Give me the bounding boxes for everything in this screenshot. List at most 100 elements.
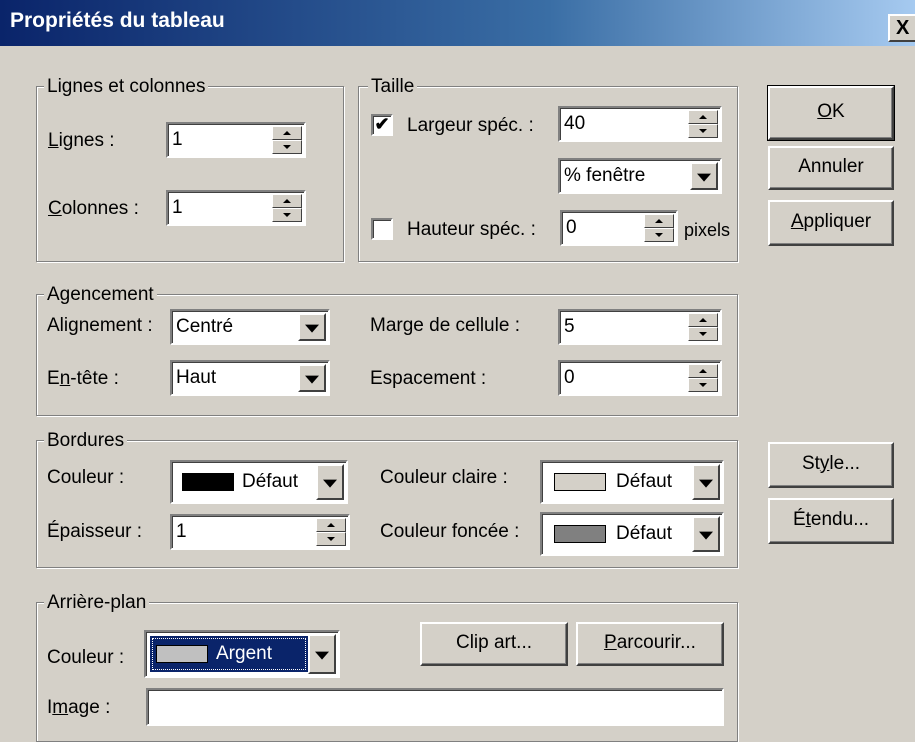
width-unit-dropdown[interactable]: % fenêtre <box>558 158 722 194</box>
height-checkbox[interactable] <box>371 218 393 240</box>
height-label: Hauteur spéc. : <box>407 219 536 240</box>
width-checkbox[interactable]: ✔ <box>371 114 393 136</box>
padding-up-button[interactable] <box>688 313 718 327</box>
size-legend: Taille <box>368 76 418 98</box>
padding-down-button[interactable] <box>688 327 718 341</box>
up-arrow-icon <box>655 219 663 223</box>
background-legend: Arrière-plan <box>44 592 150 614</box>
up-arrow-icon <box>283 131 291 135</box>
cell-padding-value: 5 <box>564 316 575 337</box>
down-arrow-icon <box>699 383 707 387</box>
columns-label: Colonnes : <box>48 198 139 219</box>
width-value: 40 <box>564 113 586 134</box>
border-color-swatch <box>182 473 234 491</box>
ok-button[interactable]: OK <box>767 85 895 141</box>
style-button[interactable]: Style... <box>768 442 894 488</box>
thickness-label: Épaisseur : <box>47 521 143 542</box>
light-color-dropdown[interactable]: Défaut <box>540 460 724 504</box>
chevron-down-icon <box>699 479 713 488</box>
down-arrow-icon <box>699 332 707 336</box>
spacing-label: Espacement : <box>370 368 487 389</box>
height-down-button[interactable] <box>644 228 674 242</box>
down-arrow-icon <box>283 145 291 149</box>
background-color-dropdown-button[interactable] <box>308 634 336 674</box>
height-unit-label: pixels <box>684 220 731 240</box>
spacing-spinner[interactable]: 0 <box>558 360 722 396</box>
columns-spinner[interactable]: 1 <box>166 190 306 226</box>
height-up-button[interactable] <box>644 214 674 228</box>
down-arrow-icon <box>327 537 335 541</box>
header-dropdown[interactable]: Haut <box>170 360 330 396</box>
rows-up-button[interactable] <box>272 126 302 140</box>
width-unit-dropdown-button[interactable] <box>690 162 718 190</box>
dark-color-label: Couleur foncée : <box>380 521 520 542</box>
dark-color-swatch <box>554 525 606 543</box>
border-color-label: Couleur : <box>47 467 125 488</box>
background-color-swatch <box>156 645 208 663</box>
apply-button[interactable]: Appliquer <box>768 200 894 246</box>
close-icon: X <box>896 17 910 39</box>
light-color-swatch <box>554 473 606 491</box>
chevron-down-icon <box>305 324 319 333</box>
image-input[interactable] <box>146 688 724 726</box>
thickness-value: 1 <box>176 521 187 542</box>
rows-spinner[interactable]: 1 <box>166 122 306 158</box>
thickness-down-button[interactable] <box>316 532 346 546</box>
up-arrow-icon <box>283 199 291 203</box>
chevron-down-icon <box>699 531 713 540</box>
up-arrow-icon <box>699 369 707 373</box>
background-color-value: Argent <box>216 643 272 664</box>
window-title: Propriétés du tableau <box>10 9 225 32</box>
cell-padding-label: Marge de cellule : <box>370 315 520 336</box>
header-dropdown-button[interactable] <box>298 364 326 392</box>
spacing-up-button[interactable] <box>688 364 718 378</box>
width-spinner[interactable]: 40 <box>558 106 722 142</box>
header-value: Haut <box>176 367 217 388</box>
rows-value: 1 <box>172 129 183 150</box>
chevron-down-icon <box>305 375 319 384</box>
alignment-dropdown-button[interactable] <box>298 313 326 341</box>
thickness-up-button[interactable] <box>316 518 346 532</box>
border-color-dropdown-button[interactable] <box>316 464 344 500</box>
rows-label: Lignes : <box>48 130 115 151</box>
borders-legend: Bordures <box>44 430 128 452</box>
spacing-down-button[interactable] <box>688 378 718 392</box>
chevron-down-icon <box>323 479 337 488</box>
up-arrow-icon <box>699 115 707 119</box>
browse-button[interactable]: Parcourir... <box>576 622 724 666</box>
dark-color-dropdown-button[interactable] <box>692 516 720 552</box>
columns-up-button[interactable] <box>272 194 302 208</box>
alignment-dropdown[interactable]: Centré <box>170 309 330 345</box>
header-label: En-tête : <box>47 368 119 389</box>
clip-art-button[interactable]: Clip art... <box>420 622 568 666</box>
light-color-label: Couleur claire : <box>380 467 508 488</box>
alignment-value: Centré <box>176 316 234 337</box>
title-bar[interactable]: Propriétés du tableau <box>0 0 915 46</box>
extended-button[interactable]: Étendu... <box>768 498 894 544</box>
background-color-dropdown[interactable]: Argent <box>144 630 340 678</box>
spacing-value: 0 <box>564 367 575 388</box>
rows-columns-group <box>36 86 344 262</box>
border-color-value: Défaut <box>242 471 298 492</box>
down-arrow-icon <box>699 129 707 133</box>
light-color-value: Défaut <box>616 471 672 492</box>
thickness-spinner[interactable]: 1 <box>170 514 350 550</box>
border-color-dropdown[interactable]: Défaut <box>170 460 348 504</box>
width-up-button[interactable] <box>688 110 718 124</box>
light-color-dropdown-button[interactable] <box>692 464 720 500</box>
width-unit-value: % fenêtre <box>564 165 646 186</box>
chevron-down-icon <box>697 173 711 182</box>
cell-padding-spinner[interactable]: 5 <box>558 309 722 345</box>
dark-color-value: Défaut <box>616 523 672 544</box>
up-arrow-icon <box>327 523 335 527</box>
columns-value: 1 <box>172 197 183 218</box>
rows-down-button[interactable] <box>272 140 302 154</box>
image-label: Image : <box>47 697 111 718</box>
cancel-button[interactable]: Annuler <box>768 146 894 190</box>
close-button[interactable]: X <box>888 14 915 42</box>
dark-color-dropdown[interactable]: Défaut <box>540 512 724 556</box>
width-down-button[interactable] <box>688 124 718 138</box>
height-spinner[interactable]: 0 <box>560 210 678 246</box>
columns-down-button[interactable] <box>272 208 302 222</box>
check-icon: ✔ <box>374 114 390 134</box>
